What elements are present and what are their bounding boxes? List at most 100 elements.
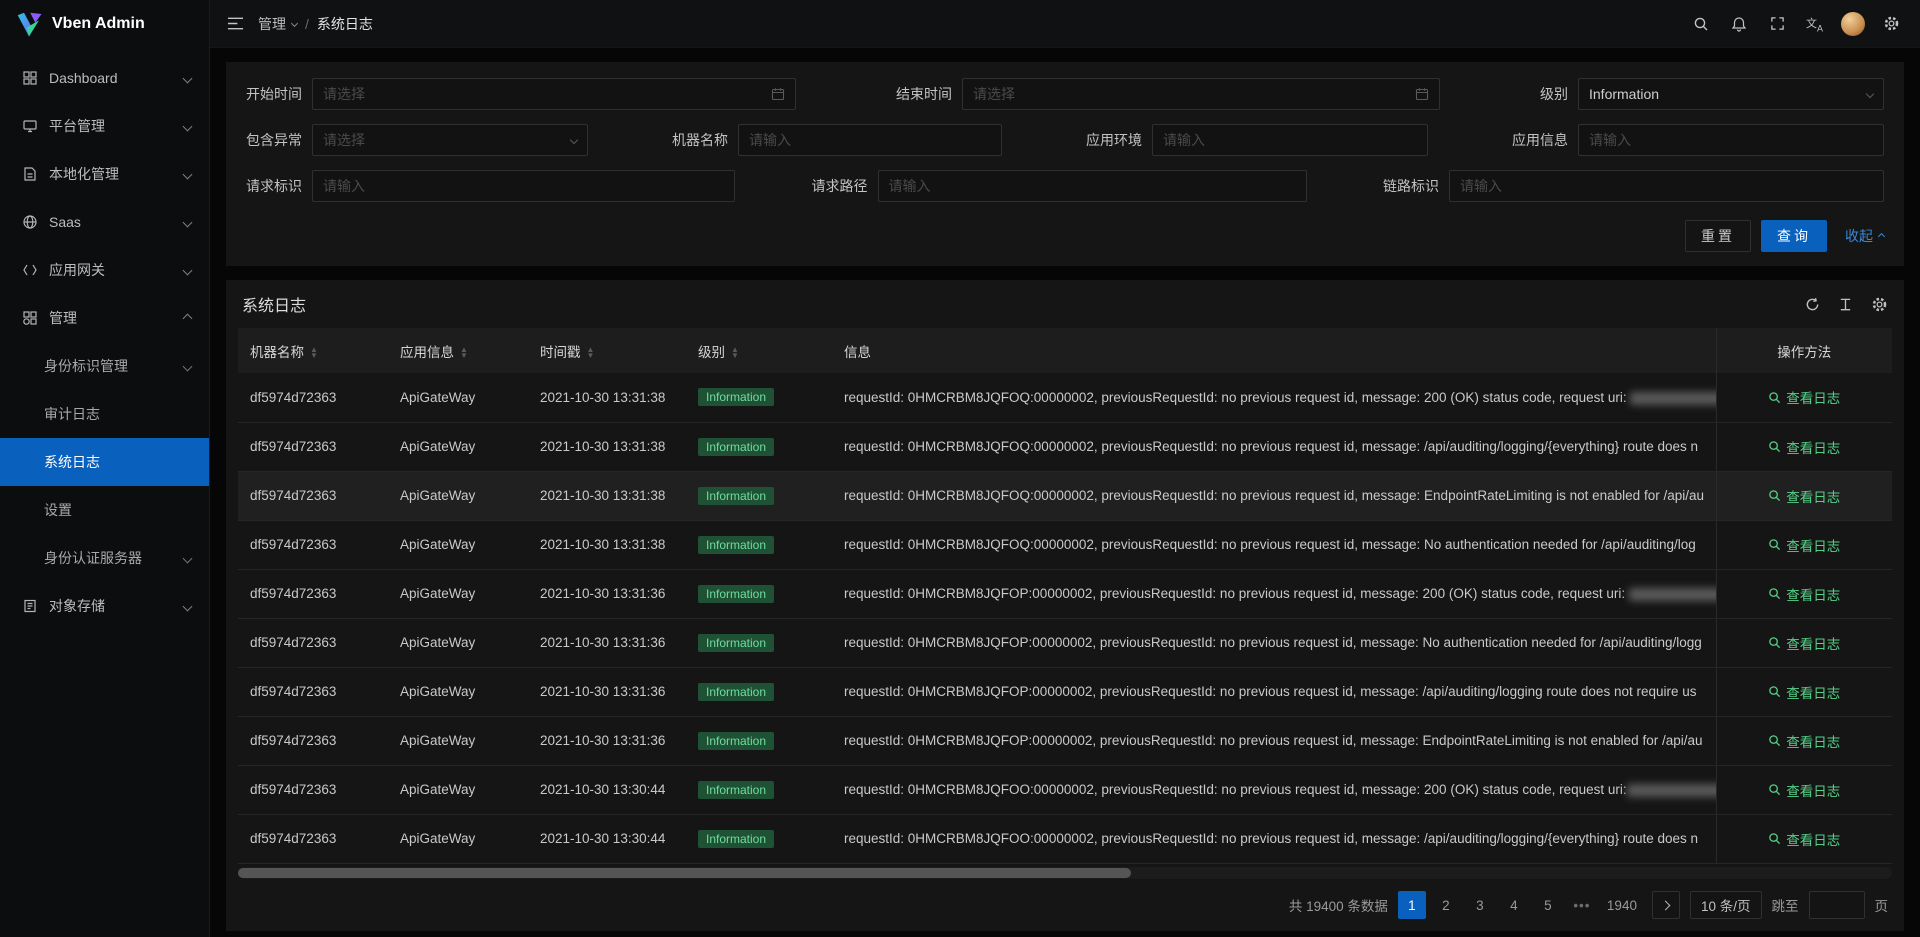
sidebar-item-label: 应用网关 [49, 260, 105, 280]
avatar [1841, 12, 1865, 36]
view-log-link[interactable]: 查看日志 [1768, 584, 1840, 604]
search-button[interactable]: 查询 [1761, 220, 1827, 252]
view-log-link[interactable]: 查看日志 [1768, 682, 1840, 702]
app-info-input[interactable] [1589, 132, 1873, 148]
scrollbar-thumb[interactable] [238, 868, 1131, 878]
sidebar-item-identity[interactable]: 身份标识管理 [0, 342, 209, 390]
start-time-input[interactable] [323, 86, 763, 102]
view-log-link[interactable]: 查看日志 [1768, 780, 1840, 800]
sidebar-item-auth-server[interactable]: 身份认证服务器 [0, 534, 209, 582]
sidebar-item-admin[interactable]: 管理 [0, 294, 209, 342]
reset-button[interactable]: 重置 [1685, 220, 1751, 252]
page-button-2[interactable]: 2 [1432, 891, 1460, 919]
breadcrumb: 管理 / 系统日志 [258, 14, 373, 34]
view-log-link[interactable]: 查看日志 [1768, 486, 1840, 506]
sidebar-item-dashboard[interactable]: Dashboard [0, 54, 209, 102]
sidebar-collapse-icon[interactable] [216, 0, 254, 48]
sidebar-item-system-logs[interactable]: 系统日志 [0, 438, 209, 486]
include-exception-select[interactable] [323, 132, 563, 148]
cell-app-info: ApiGateWay [388, 569, 528, 618]
field-label: 链路标识 [1383, 176, 1439, 196]
sidebar-item-saas[interactable]: Saas [0, 198, 209, 246]
filter-field-trace-id: 链路标识 [1383, 170, 1884, 202]
sort-icon[interactable]: ▲▼ [310, 347, 318, 359]
table-row[interactable]: df5974d72363 ApiGateWay 2021-10-30 13:31… [238, 667, 1892, 716]
page-button-4[interactable]: 4 [1500, 891, 1528, 919]
sidebar-item-settings[interactable]: 设置 [0, 486, 209, 534]
sort-icon[interactable]: ▲▼ [587, 347, 595, 359]
table-row[interactable]: df5974d72363 ApiGateWay 2021-10-30 13:31… [238, 520, 1892, 569]
notification-bell-icon[interactable] [1720, 0, 1758, 48]
user-avatar[interactable] [1834, 0, 1872, 48]
table-row[interactable]: df5974d72363 ApiGateWay 2021-10-30 13:31… [238, 716, 1892, 765]
collapse-label: 收起 [1845, 226, 1873, 246]
request-id-input[interactable] [323, 178, 724, 194]
sort-icon[interactable]: ▲▼ [460, 347, 468, 359]
view-log-link[interactable]: 查看日志 [1768, 535, 1840, 555]
magnifier-icon [1768, 391, 1781, 404]
sidebar-item-localization[interactable]: 本地化管理 [0, 150, 209, 198]
view-log-link[interactable]: 查看日志 [1768, 437, 1840, 457]
level-select[interactable] [1589, 86, 1859, 102]
column-header-timestamp[interactable]: 时间戳▲▼ [528, 328, 686, 373]
view-log-link[interactable]: 查看日志 [1768, 633, 1840, 653]
field-label: 应用信息 [1512, 130, 1568, 150]
row-height-icon[interactable] [1838, 296, 1853, 313]
end-time-input[interactable] [973, 86, 1407, 102]
table-row[interactable]: df5974d72363 ApiGateWay 2021-10-30 13:31… [238, 373, 1892, 422]
request-id-control [312, 170, 735, 202]
table-row[interactable]: df5974d72363 ApiGateWay 2021-10-30 13:31… [238, 569, 1892, 618]
redacted-text [1627, 784, 1716, 797]
pagination-ellipsis[interactable]: ••• [1568, 891, 1596, 919]
request-path-input[interactable] [889, 178, 1296, 194]
sidebar-item-label: 身份标识管理 [44, 356, 128, 376]
settings-gear-icon[interactable] [1872, 0, 1910, 48]
view-log-link[interactable]: 查看日志 [1768, 829, 1840, 849]
table-row[interactable]: df5974d72363 ApiGateWay 2021-10-30 13:31… [238, 618, 1892, 667]
table-row[interactable]: df5974d72363 ApiGateWay 2021-10-30 13:30… [238, 765, 1892, 814]
magnifier-icon [1768, 685, 1781, 698]
fullscreen-icon[interactable] [1758, 0, 1796, 48]
locale-translate-icon[interactable]: 文A [1796, 0, 1834, 48]
field-label: 应用环境 [1086, 130, 1142, 150]
jump-label: 跳至 [1772, 895, 1799, 915]
horizontal-scrollbar[interactable] [238, 867, 1892, 879]
column-header-app[interactable]: 应用信息▲▼ [388, 328, 528, 373]
app-environment-input[interactable] [1163, 132, 1417, 148]
chevron-down-icon [183, 601, 193, 611]
page-button-5[interactable]: 5 [1534, 891, 1562, 919]
trace-id-input[interactable] [1460, 178, 1873, 194]
cell-app-info: ApiGateWay [388, 373, 528, 422]
view-log-link[interactable]: 查看日志 [1768, 387, 1840, 407]
refresh-icon[interactable] [1805, 296, 1820, 313]
table-row[interactable]: df5974d72363 ApiGateWay 2021-10-30 13:31… [238, 422, 1892, 471]
cell-app-info: ApiGateWay [388, 765, 528, 814]
column-settings-gear-icon[interactable] [1871, 296, 1888, 313]
view-log-link[interactable]: 查看日志 [1768, 731, 1840, 751]
jump-page-input[interactable] [1809, 891, 1865, 919]
sidebar-item-platform[interactable]: 平台管理 [0, 102, 209, 150]
sidebar-item-gateway[interactable]: 应用网关 [0, 246, 209, 294]
page-button-1940[interactable]: 1940 [1602, 891, 1642, 919]
sort-icon[interactable]: ▲▼ [731, 347, 739, 359]
panel-title: 系统日志 [242, 292, 306, 316]
column-header-machine[interactable]: 机器名称▲▼ [238, 328, 388, 373]
collapse-link[interactable]: 收起 [1845, 226, 1884, 246]
table-row[interactable]: df5974d72363 ApiGateWay 2021-10-30 13:30… [238, 814, 1892, 863]
search-icon[interactable] [1682, 0, 1720, 48]
page-button-1[interactable]: 1 [1398, 891, 1426, 919]
breadcrumb-parent[interactable]: 管理 [258, 14, 297, 34]
sidebar-item-audit-logs[interactable]: 审计日志 [0, 390, 209, 438]
filter-field-app-environment: 应用环境 [1086, 124, 1428, 156]
sidebar-item-object-storage[interactable]: 对象存储 [0, 582, 209, 630]
header-actions: 文A [1682, 0, 1910, 48]
machine-name-input[interactable] [749, 132, 991, 148]
column-header-level[interactable]: 级别▲▼ [686, 328, 832, 373]
page-button-3[interactable]: 3 [1466, 891, 1494, 919]
table-row[interactable]: df5974d72363 ApiGateWay 2021-10-30 13:31… [238, 471, 1892, 520]
page-size-select[interactable]: 10 条/页 [1690, 891, 1762, 919]
app-logo[interactable]: Vben Admin [0, 0, 209, 48]
next-page-button[interactable] [1652, 891, 1680, 919]
cell-timestamp: 2021-10-30 13:30:44 [528, 765, 686, 814]
magnifier-icon [1768, 538, 1781, 551]
